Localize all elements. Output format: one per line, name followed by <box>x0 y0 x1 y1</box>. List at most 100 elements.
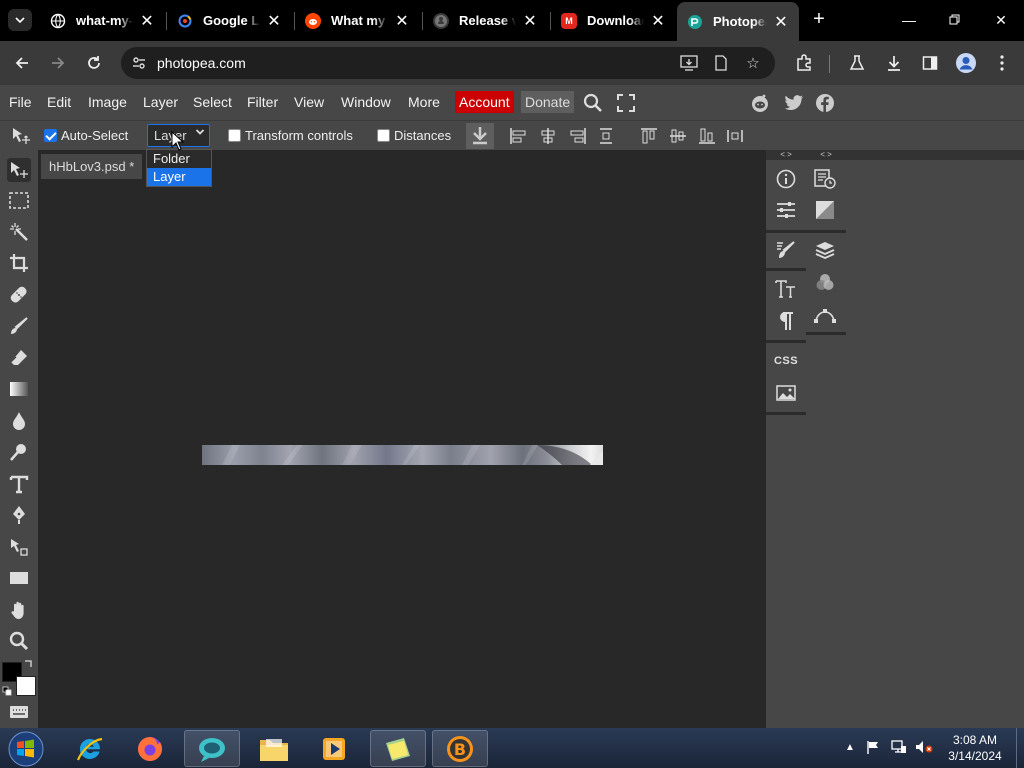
collapse-dock-toggle[interactable]: < > <box>766 150 806 160</box>
type-tool[interactable] <box>7 472 31 496</box>
paths-panel-icon[interactable] <box>814 303 836 325</box>
account-button[interactable]: Account <box>455 91 514 113</box>
browser-tab-2[interactable]: Google Le ✕ <box>167 4 292 37</box>
character-panel-icon[interactable] <box>775 278 797 300</box>
adjustments-panel-icon[interactable] <box>775 199 797 221</box>
menu-select[interactable]: Select <box>193 94 232 110</box>
menu-file[interactable]: File <box>9 94 32 110</box>
swap-colors-icon[interactable] <box>24 660 34 670</box>
taskbar-firefox[interactable] <box>122 730 178 767</box>
close-icon[interactable]: ✕ <box>394 11 410 31</box>
align-left-icon[interactable] <box>509 127 527 145</box>
browser-tab-4[interactable]: Release v0 ✕ <box>423 4 548 37</box>
labs-button[interactable] <box>845 51 869 75</box>
close-icon[interactable]: ✕ <box>522 11 538 31</box>
page-icon[interactable] <box>711 53 731 73</box>
marquee-tool[interactable] <box>7 189 31 213</box>
facebook-icon[interactable] <box>815 93 835 113</box>
taskbar-clock[interactable]: 3:08 AM 3/14/2024 <box>940 732 1010 764</box>
menu-window[interactable]: Window <box>341 94 391 110</box>
brush-tool[interactable] <box>7 314 31 338</box>
move-tool-icon[interactable] <box>10 126 32 149</box>
canvas-image[interactable] <box>202 445 603 465</box>
search-icon[interactable] <box>583 93 603 113</box>
reset-colors-icon[interactable] <box>2 686 12 696</box>
keyboard-tool[interactable] <box>7 700 31 724</box>
taskbar-internet-explorer[interactable] <box>62 730 118 767</box>
address-bar[interactable]: photopea.com ☆ <box>121 47 775 79</box>
layers-panel-icon[interactable] <box>814 239 836 261</box>
align-bottom-icon[interactable] <box>698 127 716 145</box>
zoom-tool[interactable] <box>7 629 31 653</box>
distribute-v-icon[interactable] <box>597 127 615 145</box>
fullscreen-icon[interactable] <box>616 93 636 113</box>
dropdown-option-layer[interactable]: Layer <box>147 168 211 186</box>
install-app-icon[interactable] <box>679 53 699 73</box>
reddit-icon[interactable] <box>750 93 770 113</box>
distances-checkbox[interactable] <box>377 129 390 142</box>
site-info-icon[interactable] <box>129 53 149 73</box>
auto-select-checkbox[interactable] <box>44 129 57 142</box>
reload-button[interactable] <box>82 51 106 75</box>
magic-wand-tool[interactable] <box>7 220 31 244</box>
side-panel-button[interactable] <box>918 51 942 75</box>
paragraph-panel-icon[interactable] <box>775 310 797 332</box>
profile-button[interactable] <box>954 51 978 75</box>
taskbar-app-active[interactable] <box>184 730 240 767</box>
background-color-swatch[interactable] <box>16 676 36 696</box>
close-icon[interactable]: ✕ <box>139 11 155 31</box>
color-swatches[interactable] <box>2 660 36 696</box>
minimize-button[interactable]: — <box>886 6 932 34</box>
eraser-tool[interactable] <box>7 346 31 370</box>
twitter-icon[interactable] <box>784 93 804 113</box>
menu-image[interactable]: Image <box>88 94 127 110</box>
forward-button[interactable] <box>46 51 70 75</box>
browser-tab-5[interactable]: M Download ✕ <box>551 4 676 37</box>
browser-tab-1[interactable]: what-my- ✕ <box>40 4 165 37</box>
healing-brush-tool[interactable] <box>7 283 31 307</box>
path-select-tool[interactable] <box>7 535 31 559</box>
downloads-button[interactable] <box>882 51 906 75</box>
blur-tool[interactable] <box>7 409 31 433</box>
document-tab[interactable]: hHbLov3.psd * <box>41 154 143 179</box>
pen-tool[interactable] <box>7 503 31 527</box>
history-panel-icon[interactable] <box>814 168 836 190</box>
taskbar-bitcoin-app[interactable]: B <box>432 730 488 767</box>
dodge-tool[interactable] <box>7 440 31 464</box>
brush-settings-panel-icon[interactable] <box>775 239 797 261</box>
css-panel-icon[interactable]: CSS <box>774 350 798 372</box>
url-text[interactable]: photopea.com <box>157 55 246 71</box>
align-center-h-icon[interactable] <box>539 127 557 145</box>
extensions-button[interactable] <box>792 51 816 75</box>
menu-layer[interactable]: Layer <box>143 94 178 110</box>
info-panel-icon[interactable] <box>775 168 797 190</box>
tab-search-button[interactable] <box>8 9 32 31</box>
hand-tool[interactable] <box>7 598 31 622</box>
rectangle-tool[interactable] <box>7 566 31 590</box>
close-icon[interactable]: ✕ <box>650 11 666 31</box>
align-top-icon[interactable] <box>640 127 658 145</box>
taskbar-notes-app[interactable] <box>370 730 426 767</box>
align-middle-v-icon[interactable] <box>669 127 687 145</box>
taskbar-file-explorer[interactable] <box>246 730 302 767</box>
menu-more[interactable]: More <box>408 94 440 110</box>
browser-tab-3[interactable]: What my f ✕ <box>295 4 420 37</box>
close-icon[interactable]: ✕ <box>773 12 789 32</box>
browser-tab-6-active[interactable]: Photopea ✕ <box>677 2 799 41</box>
align-dropdown-button[interactable] <box>466 123 494 149</box>
gradient-tool[interactable] <box>7 377 31 401</box>
donate-button[interactable]: Donate <box>521 91 575 113</box>
image-panel-icon[interactable] <box>775 382 797 404</box>
align-right-icon[interactable] <box>569 127 587 145</box>
restore-button[interactable] <box>932 6 978 34</box>
close-icon[interactable]: ✕ <box>266 11 282 31</box>
start-button[interactable] <box>6 730 46 768</box>
move-tool[interactable] <box>7 158 31 182</box>
bookmark-star-icon[interactable]: ☆ <box>743 53 763 73</box>
menu-edit[interactable]: Edit <box>47 94 71 110</box>
volume-muted-icon[interactable] <box>915 740 933 754</box>
taskbar-media-player[interactable] <box>306 730 362 767</box>
crop-tool[interactable] <box>7 251 31 275</box>
window-close-button[interactable]: ✕ <box>978 6 1024 34</box>
network-icon[interactable] <box>891 740 907 754</box>
